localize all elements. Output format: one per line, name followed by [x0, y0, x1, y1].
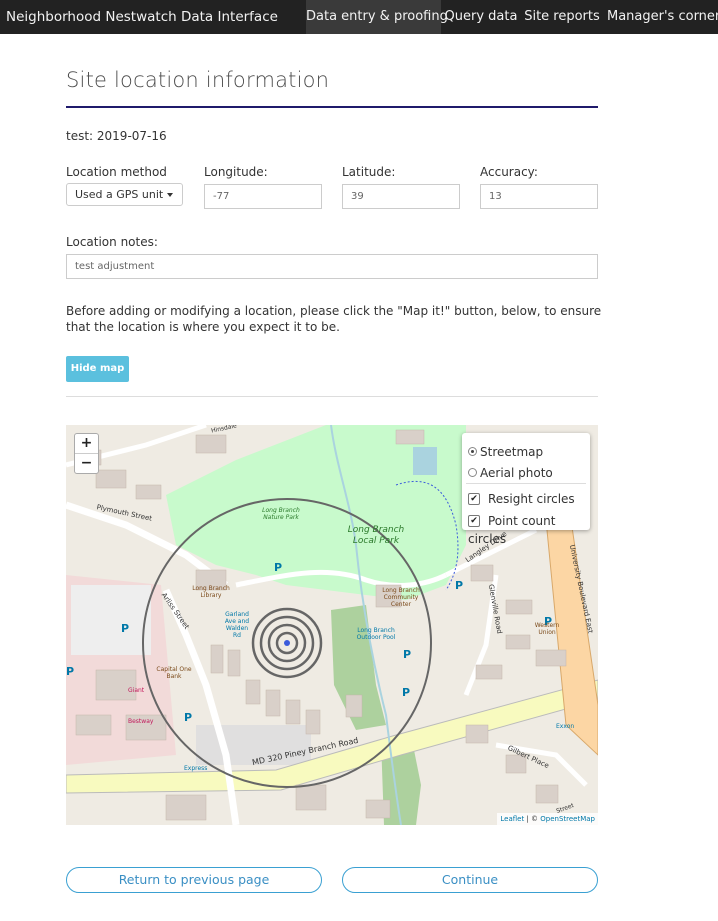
- nav-site-reports[interactable]: Site reports: [524, 0, 600, 34]
- longitude-label: Longitude:: [204, 165, 268, 179]
- map-label-park2: Long Branch Nature Park: [262, 507, 300, 521]
- map-label-outdoor: Long Branch Outdoor Pool: [356, 627, 396, 641]
- accuracy-label: Accuracy:: [480, 165, 538, 179]
- latitude-input[interactable]: 39: [342, 184, 460, 209]
- nav-query-data[interactable]: Query data: [443, 0, 519, 34]
- top-navbar: Neighborhood Nestwatch Data Interface Da…: [0, 0, 718, 34]
- site-subtitle: test: 2019-07-16: [66, 129, 167, 143]
- zoom-control: + −: [74, 433, 99, 474]
- map-instructions: Before adding or modifying a location, p…: [66, 304, 602, 334]
- title-divider: [66, 106, 598, 108]
- app-brand[interactable]: Neighborhood Nestwatch Data Interface: [6, 0, 278, 34]
- location-notes-input[interactable]: test adjustment: [66, 254, 598, 279]
- radio-unselected-icon[interactable]: [468, 468, 477, 477]
- map-label-park: Long Branch Local Park: [347, 525, 405, 546]
- layer-resight-label: Resight circles: [488, 492, 575, 506]
- layer-streetmap-label: Streetmap: [480, 445, 544, 459]
- radio-selected-icon[interactable]: [468, 447, 477, 456]
- layer-separator: [466, 483, 586, 484]
- svg-text:P: P: [403, 648, 411, 661]
- svg-text:P: P: [121, 622, 129, 635]
- attribution-separator: | ©: [524, 815, 541, 823]
- location-method-value: Used a GPS unit: [75, 188, 164, 201]
- osm-link[interactable]: OpenStreetMap: [540, 815, 595, 823]
- zoom-out-button[interactable]: −: [75, 454, 98, 473]
- checkbox-checked-icon[interactable]: ✔: [468, 493, 480, 505]
- map-label-express: Express: [184, 765, 208, 772]
- location-method-label: Location method: [66, 165, 167, 179]
- section-divider: [66, 396, 598, 397]
- checkbox-checked-icon[interactable]: ✔: [468, 515, 480, 527]
- leaflet-link[interactable]: Leaflet: [500, 815, 524, 823]
- nav-managers-corner[interactable]: Manager's corner: [607, 0, 718, 34]
- location-method-select[interactable]: Used a GPS unit: [66, 183, 183, 206]
- map-label-capital: Capital One Bank: [156, 666, 192, 680]
- caret-down-icon: [167, 193, 173, 197]
- layer-streetmap[interactable]: Streetmap: [468, 443, 543, 461]
- longitude-input[interactable]: -77: [204, 184, 322, 209]
- nav-data-entry[interactable]: Data entry & proofing: [306, 0, 448, 34]
- layer-pointcount[interactable]: ✔ Point count circles: [468, 512, 590, 546]
- layer-control: Streetmap Aerial photo ✔ Resight circles…: [462, 433, 590, 546]
- hide-map-button[interactable]: Hide map: [66, 356, 129, 382]
- continue-button[interactable]: Continue: [342, 867, 598, 893]
- map-view[interactable]: P P P P P P P P Long Branch Local Park L…: [66, 425, 598, 825]
- map-label-community: Long Branch Community Center: [382, 587, 420, 608]
- svg-text:P: P: [184, 711, 192, 724]
- location-notes-label: Location notes:: [66, 235, 158, 249]
- return-button[interactable]: Return to previous page: [66, 867, 322, 893]
- map-label-giant: Giant: [128, 687, 145, 694]
- layer-aerial-label: Aerial photo: [480, 466, 553, 480]
- svg-text:P: P: [66, 665, 74, 678]
- map-label-bestway: Bestway: [128, 718, 154, 725]
- map-attribution: Leaflet | © OpenStreetMap: [497, 813, 598, 825]
- map-label-exxon: Exxon: [556, 723, 575, 730]
- map-label-garland: Garland Ave and Walden Rd: [224, 611, 250, 639]
- map-label-library: Long Branch Library: [192, 585, 230, 599]
- zoom-in-button[interactable]: +: [75, 434, 98, 453]
- page-title: Site location information: [66, 68, 330, 92]
- svg-text:P: P: [274, 561, 282, 574]
- svg-text:P: P: [455, 579, 463, 592]
- map-label-westernunion: Western Union: [534, 622, 560, 636]
- accuracy-input[interactable]: 13: [480, 184, 598, 209]
- svg-text:P: P: [402, 686, 410, 699]
- layer-aerial[interactable]: Aerial photo: [468, 464, 553, 482]
- layer-resight[interactable]: ✔ Resight circles: [468, 490, 575, 508]
- latitude-label: Latitude:: [342, 165, 396, 179]
